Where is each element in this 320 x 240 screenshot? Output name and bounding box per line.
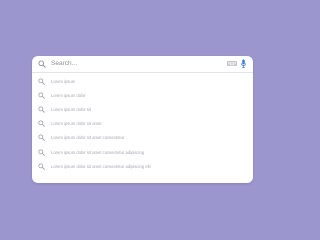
search-dropdown: Search... Lorem ipsum Lorem ipsum dolor Lo… xyxy=(32,56,253,183)
search-bar[interactable]: Search... xyxy=(32,56,253,73)
suggestion-label: Lorem ipsum xyxy=(51,79,76,84)
suggestion-label: Lorem ipsum dolor sit amet xyxy=(51,121,102,127)
search-icon xyxy=(38,60,46,68)
search-icon xyxy=(38,106,45,113)
suggestion-label: Lorem ipsum dolor sit xyxy=(51,107,92,113)
keyboard-icon[interactable] xyxy=(227,61,237,66)
microphone-icon[interactable] xyxy=(240,59,247,69)
suggestion-label: Lorem ipsum dolor sit amet consectetur xyxy=(51,135,125,141)
search-input[interactable]: Search... xyxy=(51,59,77,69)
suggestion-item[interactable]: Lorem ipsum dolor sit amet consectetur a… xyxy=(32,146,253,160)
search-icon xyxy=(38,92,45,99)
search-icon xyxy=(38,120,45,128)
search-icon xyxy=(38,78,45,85)
suggestion-label: Lorem ipsum dolor xyxy=(51,93,86,99)
suggestion-item[interactable]: Lorem ipsum dolor sit xyxy=(32,103,253,117)
suggestion-item[interactable]: Lorem ipsum dolor sit amet consectetur xyxy=(32,131,253,145)
suggestion-item[interactable]: Lorem ipsum xyxy=(32,75,253,89)
suggestion-item[interactable]: Lorem ipsum dolor sit amet consectetur a… xyxy=(32,160,253,174)
suggestion-label: Lorem ipsum dolor sit amet consectetur a… xyxy=(51,149,145,155)
search-icon xyxy=(38,134,45,142)
search-icon xyxy=(38,148,45,156)
suggestion-item[interactable]: Lorem ipsum dolor sit amet xyxy=(32,117,253,131)
suggestion-item[interactable]: Lorem ipsum dolor xyxy=(32,89,253,103)
suggestion-label: Lorem ipsum dolor sit amet consectetur a… xyxy=(51,163,151,169)
search-icon xyxy=(38,163,45,170)
